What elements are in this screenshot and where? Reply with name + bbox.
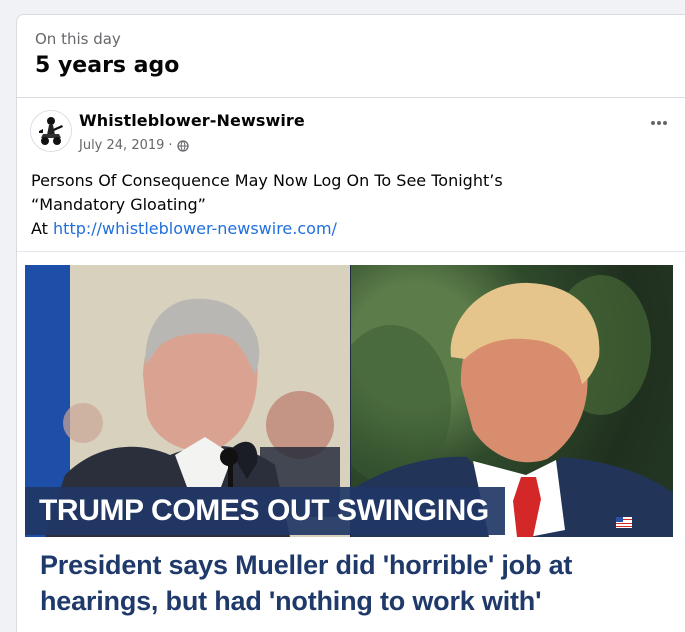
headline-text: President says Mueller did 'horrible' jo… [40, 547, 670, 619]
link-preview-headline[interactable]: President says Mueller did 'horrible' jo… [25, 537, 673, 632]
globe-icon [176, 140, 189, 152]
memory-subtitle: On this day [35, 30, 121, 48]
page: On this day 5 years ago Whistleblower-Ne… [0, 0, 685, 632]
media-banner: TRUMP COMES OUT SWINGING [25, 487, 505, 535]
post-header: Whistleblower-Newswire July 24, 2019 · [17, 98, 685, 170]
whistleblower-logo-icon [31, 111, 71, 151]
post-text-line-3: At http://whistleblower-newswire.com/ [31, 217, 661, 241]
more-options-button[interactable] [646, 110, 672, 136]
media-banner-text: TRUMP COMES OUT SWINGING [39, 494, 489, 527]
memory-title: 5 years ago [35, 53, 180, 78]
headline-line-2: hearings, but had 'nothing to work with' [40, 586, 542, 616]
headline-line-1: President says Mueller did 'horrible' jo… [40, 550, 573, 580]
post-text: Persons Of Consequence May Now Log On To… [31, 169, 661, 241]
memory-card: On this day 5 years ago Whistleblower-Ne… [16, 14, 685, 632]
author-avatar[interactable] [30, 110, 72, 152]
post-media-image[interactable]: TRUMP COMES OUT SWINGING [25, 265, 673, 537]
post-meta: July 24, 2019 · [79, 138, 189, 154]
post-divider [17, 251, 685, 252]
post-author[interactable]: Whistleblower-Newswire [79, 111, 305, 131]
memory-header: On this day 5 years ago [17, 15, 685, 98]
post-text-line-1: Persons Of Consequence May Now Log On To… [31, 171, 503, 190]
more-options-icon [651, 121, 667, 125]
meta-separator: · [168, 138, 173, 153]
post-text-line-2: “Mandatory Gloating” [31, 195, 206, 214]
post-link-prefix: At [31, 219, 54, 238]
post-date[interactable]: July 24, 2019 [79, 138, 164, 154]
post-link[interactable]: http://whistleblower-newswire.com/ [53, 219, 337, 238]
